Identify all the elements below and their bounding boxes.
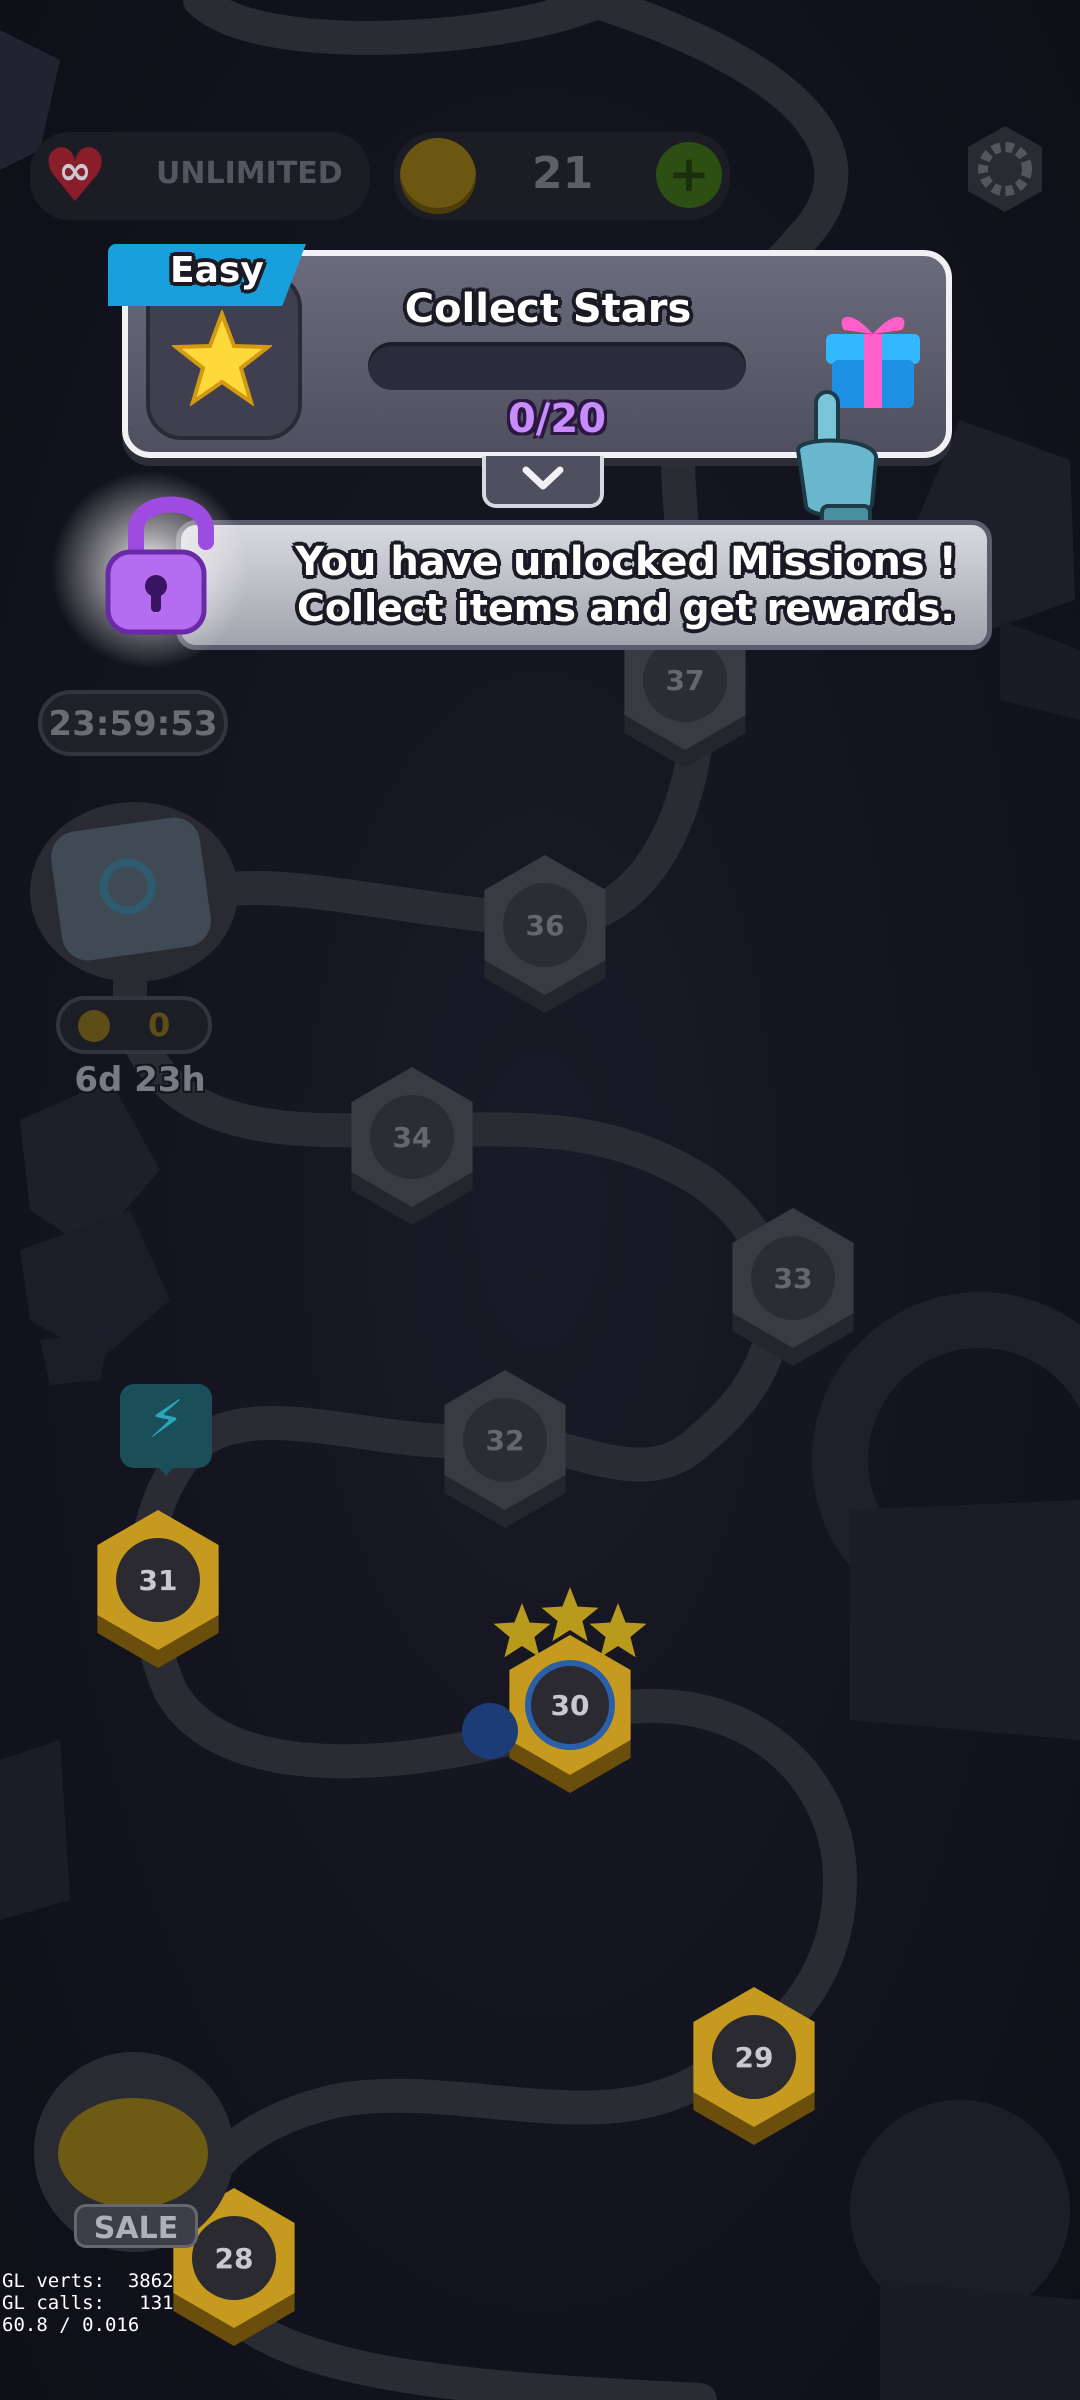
lives-label: UNLIMITED (156, 156, 343, 191)
event-timer-1[interactable]: 23:59:53 (38, 690, 228, 756)
skull-icon (462, 1703, 518, 1759)
game-map-screen: 37 36 34 33 32 31 30 29 28 ♥ ∞ UNLIMITED 21 + Co… (0, 0, 1080, 2400)
difficulty-label: Easy (170, 250, 264, 291)
banner-line-2: Collect items and get rewards. (297, 586, 955, 630)
gear-icon (968, 126, 1042, 212)
level-number: 31 (139, 1564, 178, 1597)
coins-display[interactable]: 21 + (394, 132, 730, 220)
sale-badge: SALE (74, 2204, 198, 2248)
level-node-33[interactable]: 33 (732, 1208, 854, 1366)
level-node-30[interactable]: 30 (509, 1635, 631, 1793)
debug-line-2: GL calls: 131 (2, 2292, 174, 2314)
vault-event-count: 0 (148, 1006, 171, 1044)
lives-display[interactable]: ♥ ∞ UNLIMITED (30, 132, 370, 220)
vault-event-button[interactable] (30, 802, 238, 982)
sale-label: SALE (93, 2211, 179, 2246)
booster-event-button[interactable]: ⚡ (120, 1384, 214, 1488)
debug-line-3: 60.8 / 0.016 (2, 2314, 140, 2336)
level-node-31[interactable]: 31 (97, 1510, 219, 1668)
level-star-icon (493, 1603, 551, 1658)
level-number: 34 (393, 1121, 432, 1154)
level-number: 28 (215, 2242, 254, 2275)
level-star-icon (589, 1603, 647, 1658)
level-number: 32 (486, 1424, 525, 1457)
level-node-29[interactable]: 29 (693, 1987, 815, 2145)
plus-icon: + (668, 145, 710, 203)
star-icon (172, 310, 272, 406)
level-node-36[interactable]: 36 (484, 855, 606, 1013)
vault-event-counter: 0 (56, 996, 212, 1054)
level-number: 36 (526, 909, 565, 942)
debug-overlay: GL verts: 3862 GL calls: 131 60.8 / 0.016 (2, 2270, 174, 2336)
chevron-down-icon (522, 466, 564, 490)
level-node-32[interactable]: 32 (444, 1370, 566, 1528)
settings-button[interactable] (958, 122, 1052, 216)
expand-mission-button[interactable] (482, 456, 604, 508)
missions-unlocked-banner: You have unlocked Missions ! Collect ite… (176, 520, 992, 650)
treasure-icon (58, 2098, 208, 2208)
banner-line-1: You have unlocked Missions ! (295, 539, 957, 585)
add-coins-button[interactable]: + (656, 142, 722, 208)
lightning-icon: ⚡ (147, 1390, 185, 1450)
padlock-icon (105, 496, 214, 635)
infinity-icon: ∞ (58, 148, 92, 194)
coin-count: 21 (532, 148, 594, 199)
event-timer-1-text: 23:59:53 (48, 704, 218, 744)
vault-icon (47, 814, 215, 964)
level-number: 37 (666, 664, 705, 697)
level-number: 30 (551, 1689, 590, 1722)
vault-event-timer: 6d 23h (74, 1060, 206, 1100)
mission-title: Collect Stars (404, 286, 692, 332)
level-number: 33 (774, 1262, 813, 1295)
level-node-34[interactable]: 34 (351, 1067, 473, 1225)
level-number: 29 (735, 2041, 774, 2074)
coin-icon (400, 138, 476, 214)
debug-line-1: GL verts: 3862 (2, 2270, 174, 2292)
mission-progress-track (368, 342, 746, 390)
mission-progress-text: 0/20 (507, 396, 607, 442)
level-star-icon (541, 1587, 599, 1642)
difficulty-tab: Easy (108, 244, 306, 306)
coin-icon (78, 1010, 110, 1042)
